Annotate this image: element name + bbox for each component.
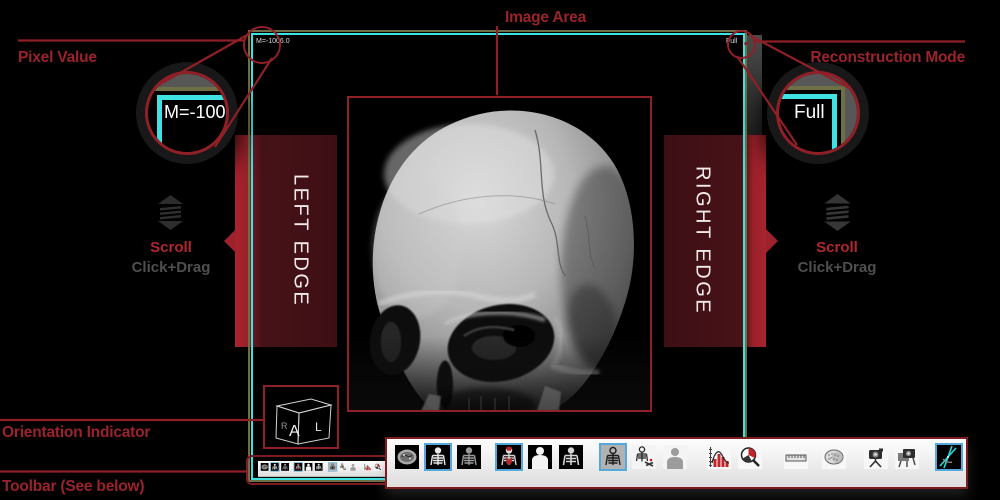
orientation-indicator-label: Orientation Indicator	[2, 424, 150, 442]
bone-density-view-icon[interactable]	[455, 443, 483, 471]
snapshot-camera-icon[interactable]	[862, 443, 890, 471]
angle-measurement-icon[interactable]	[935, 443, 963, 471]
toolbar-label: Toolbar (See below)	[2, 478, 144, 496]
click-drag-label-right: Click+Drag	[782, 259, 892, 276]
pixel-value-label: Pixel Value	[18, 49, 97, 67]
segmented-skeleton-view-icon[interactable]	[599, 443, 627, 471]
region-analysis-magnifier-icon[interactable]	[736, 443, 764, 471]
magnified-toolbar	[385, 437, 968, 489]
pixel-value-magnifier: M=-1006	[145, 71, 229, 155]
patient-silhouette-icon[interactable]	[661, 443, 689, 471]
skeleton-view-icon[interactable]	[424, 443, 452, 471]
reconstruction-magnifier: Full	[776, 71, 860, 155]
magnified-pixel-value-text: M=-1006	[164, 102, 229, 123]
soft-tissue-view-icon[interactable]	[526, 443, 554, 471]
movie-recorder-icon[interactable]	[893, 443, 921, 471]
histogram-analysis-icon[interactable]	[705, 443, 733, 471]
skeleton-xray-view-icon[interactable]	[557, 443, 585, 471]
magnified-reconstruction-text: Full	[794, 102, 825, 124]
right-edge-arrow	[766, 229, 778, 253]
scroll-stack-icon	[822, 194, 853, 232]
magnified-toolbar-row	[387, 439, 966, 487]
reconstruction-source-circle	[727, 30, 756, 59]
muscle-tissue-view-icon[interactable]	[495, 443, 523, 471]
reconstruction-mode-label: Reconstruction Mode	[810, 49, 965, 67]
left-edge-arrow	[224, 229, 236, 253]
image-area-label: Image Area	[505, 9, 586, 27]
skull-highlight-rect	[347, 96, 652, 412]
pixel-value-source-circle	[243, 26, 281, 64]
skeleton-edit-tools-icon[interactable]	[630, 443, 658, 471]
click-drag-label-left: Click+Drag	[116, 259, 226, 276]
scroll-label-right: Scroll	[797, 239, 877, 256]
scroll-label-left: Scroll	[131, 239, 211, 256]
orientation-cube-highlight-rect	[263, 385, 339, 449]
scroll-stack-icon	[157, 195, 184, 231]
axial-slice-view-icon[interactable]	[393, 443, 421, 471]
sphere-object-icon[interactable]	[820, 443, 848, 471]
measure-ruler-icon[interactable]	[782, 443, 810, 471]
annotated-viewer-screenshot: LEFT EDGE RIGHT EDGE M=-1006.0 Full	[0, 0, 1000, 500]
